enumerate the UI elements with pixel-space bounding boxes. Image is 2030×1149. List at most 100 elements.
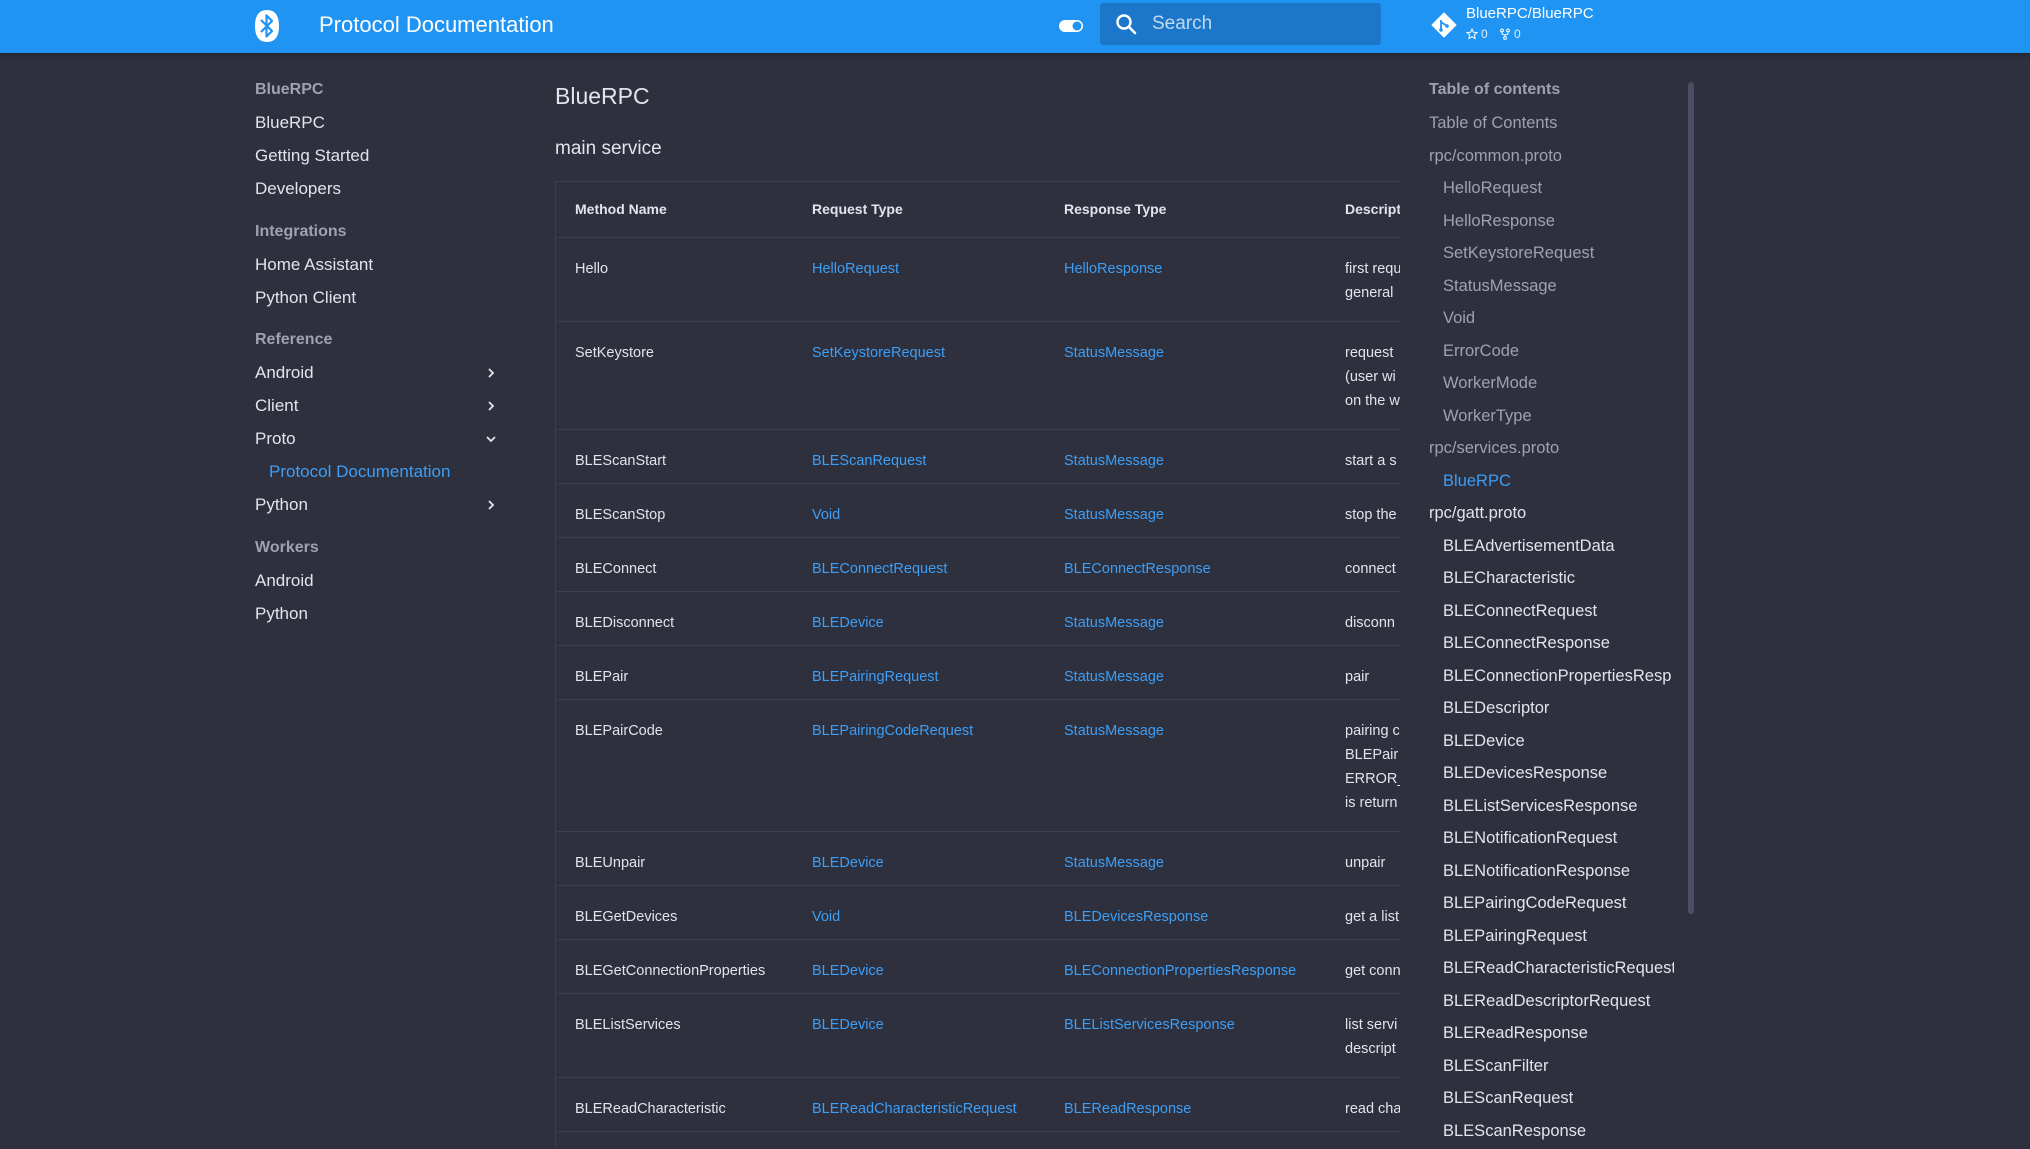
nav-section-title-integrations: Integrations [255,223,347,240]
toc-item-blereadresponse[interactable]: BLEReadResponse [1443,1022,1674,1044]
sidebar-item-proto[interactable]: Proto [255,428,499,450]
table-row: Hello HelloRequest HelloResponse first requ… [556,237,1400,322]
toc-item-rpc-services-proto[interactable]: rpc/services.proto [1429,437,1674,459]
toc-item-bleconnectresponse[interactable]: BLEConnectResponse [1443,632,1674,654]
sidebar-item-android[interactable]: Android [255,362,499,384]
response-type-link[interactable]: StatusMessage [1045,429,1326,484]
sidebar-item-label: Client [255,396,299,415]
toc-item-setkeystorerequest[interactable]: SetKeystoreRequest [1443,242,1674,264]
sidebar-item-python[interactable]: Python [255,603,499,625]
request-type-link[interactable]: BLEReadCharacteristicRequest [793,1077,1045,1132]
response-type-link[interactable]: HelloResponse [1045,237,1326,322]
sidebar-item-python[interactable]: Python [255,494,499,516]
sidebar-item-home-assistant[interactable]: Home Assistant [255,254,499,276]
response-type-link[interactable]: StatusMessage [1045,321,1326,430]
request-type-link[interactable]: BLEDevice [793,591,1045,646]
toc-scrollbar[interactable] [1688,82,1694,914]
site-title[interactable]: Protocol Documentation [319,12,554,38]
toc-item-blepairingrequest[interactable]: BLEPairingRequest [1443,925,1674,947]
sidebar-item-protocol-documentation[interactable]: Protocol Documentation [269,461,513,483]
chevron-right-icon[interactable] [483,497,499,513]
request-type-link[interactable]: HelloRequest [793,237,1045,322]
toc-item-rpc-common-proto[interactable]: rpc/common.proto [1429,145,1674,167]
chevron-right-icon[interactable] [483,398,499,414]
toc-item-blescanresponse[interactable]: BLEScanResponse [1443,1120,1674,1142]
toc-item-table-of-contents[interactable]: Table of Contents [1429,112,1674,134]
column-header-response: Response Type [1045,182,1326,238]
response-type-link[interactable]: StatusMessage [1045,483,1326,538]
response-type-link[interactable]: StatusMessage [1045,831,1326,886]
method-name-cell: BLEPairCode [556,699,793,832]
toc-item-bleconnectrequest[interactable]: BLEConnectRequest [1443,600,1674,622]
response-type-link[interactable]: BLEConnectResponse [1045,537,1326,592]
toc-item-blepairingcoderequest[interactable]: BLEPairingCodeRequest [1443,892,1674,914]
response-type-link[interactable]: BLEListServicesResponse [1045,993,1326,1078]
toc-item-blecharacteristic[interactable]: BLECharacteristic [1443,567,1674,589]
sidebar-item-android[interactable]: Android [255,570,499,592]
request-type-link[interactable]: BLEScanRequest [793,429,1045,484]
request-type-link[interactable]: Void [793,885,1045,940]
method-name-cell: BLEListServices [556,993,793,1078]
toc-item-statusmessage[interactable]: StatusMessage [1443,275,1674,297]
toc-item-blereadcharacteristicrequest[interactable]: BLEReadCharacteristicRequest [1443,957,1674,979]
dark-mode-toggle-icon[interactable] [1057,14,1085,38]
toc-item-blereaddescriptorrequest[interactable]: BLEReadDescriptorRequest [1443,990,1674,1012]
table-row: BLEReadDescriptorBLEReadDescriptorReques… [556,1131,1400,1149]
chevron-right-icon[interactable] [483,365,499,381]
toc-item-workermode[interactable]: WorkerMode [1443,372,1674,394]
request-type-link[interactable]: BLEDevice [793,993,1045,1078]
request-type-link[interactable]: BLEConnectRequest [793,537,1045,592]
sidebar-item-python-client[interactable]: Python Client [255,287,499,309]
table-of-contents: Table of contents Table of Contents rpc/c… [1429,80,1674,1149]
toc-item-bluerpc[interactable]: BlueRPC [1443,470,1674,492]
sidebar-item-bluerpc[interactable]: BlueRPC [255,112,499,134]
table-row: BLEConnect BLEConnectRequest BLEConnectRes… [556,537,1400,592]
toc-item-helloresponse[interactable]: HelloResponse [1443,210,1674,232]
table-row: BLEUnpair BLEDevice StatusMessage unpair [556,831,1400,886]
request-type-link[interactable]: BLEReadDescriptorRequest [793,1131,1045,1149]
toc-item-errorcode[interactable]: ErrorCode [1443,340,1674,362]
method-name-cell: BLEGetDevices [556,885,793,940]
chevron-down-icon[interactable] [483,431,499,447]
response-type-link[interactable]: StatusMessage [1045,699,1326,832]
toc-item-blenotificationrequest[interactable]: BLENotificationRequest [1443,827,1674,849]
toc-item-bleconnectionpropertiesresp[interactable]: BLEConnectionPropertiesResp [1443,665,1674,687]
sidebar-item-label: Python [255,604,308,623]
toc-item-rpc-gatt-proto[interactable]: rpc/gatt.proto [1429,502,1674,524]
toc-item-bleadvertisementdata[interactable]: BLEAdvertisementData [1443,535,1674,557]
toc-item-bledevicesresponse[interactable]: BLEDevicesResponse [1443,762,1674,784]
request-type-link[interactable]: BLEDevice [793,939,1045,994]
toc-item-blescanrequest[interactable]: BLEScanRequest [1443,1087,1674,1109]
response-type-link[interactable]: StatusMessage [1045,591,1326,646]
response-type-link[interactable]: BLEReadResponse [1045,1131,1326,1149]
description-line: read cha [1345,1100,1400,1117]
repo-name: BlueRPC/BlueRPC [1466,5,1594,22]
sidebar-item-getting-started[interactable]: Getting Started [255,145,499,167]
request-type-link[interactable]: BLEDevice [793,831,1045,886]
bluetooth-logo-icon[interactable] [252,9,282,43]
search-box[interactable] [1100,3,1381,45]
response-type-link[interactable]: BLEConnectionPropertiesResponse [1045,939,1326,994]
toc-item-hellorequest[interactable]: HelloRequest [1443,177,1674,199]
toc-item-blelistservicesresponse[interactable]: BLEListServicesResponse [1443,795,1674,817]
sidebar-item-developers[interactable]: Developers [255,178,499,200]
request-type-link[interactable]: BLEPairingCodeRequest [793,699,1045,832]
response-type-link[interactable]: StatusMessage [1045,645,1326,700]
methods-table-container[interactable]: Method Name Request Type Response Type D… [555,181,1400,1149]
sidebar-item-client[interactable]: Client [255,395,499,417]
response-type-link[interactable]: BLEReadResponse [1045,1077,1326,1132]
request-type-link[interactable]: SetKeystoreRequest [793,321,1045,430]
response-type-link[interactable]: BLEDevicesResponse [1045,885,1326,940]
method-name-cell: BLEReadCharacteristic [556,1077,793,1132]
toc-item-bledescriptor[interactable]: BLEDescriptor [1443,697,1674,719]
request-type-link[interactable]: Void [793,483,1045,538]
toc-item-void[interactable]: Void [1443,307,1674,329]
toc-item-workertype[interactable]: WorkerType [1443,405,1674,427]
toc-item-blenotificationresponse[interactable]: BLENotificationResponse [1443,860,1674,882]
search-input[interactable] [1152,3,1372,45]
request-type-link[interactable]: BLEPairingRequest [793,645,1045,700]
table-row: BLEScanStart BLEScanRequest StatusMessage s… [556,429,1400,484]
toc-item-bledevice[interactable]: BLEDevice [1443,730,1674,752]
repo-facts: 0 0 [1466,27,1529,43]
toc-item-blescanfilter[interactable]: BLEScanFilter [1443,1055,1674,1077]
